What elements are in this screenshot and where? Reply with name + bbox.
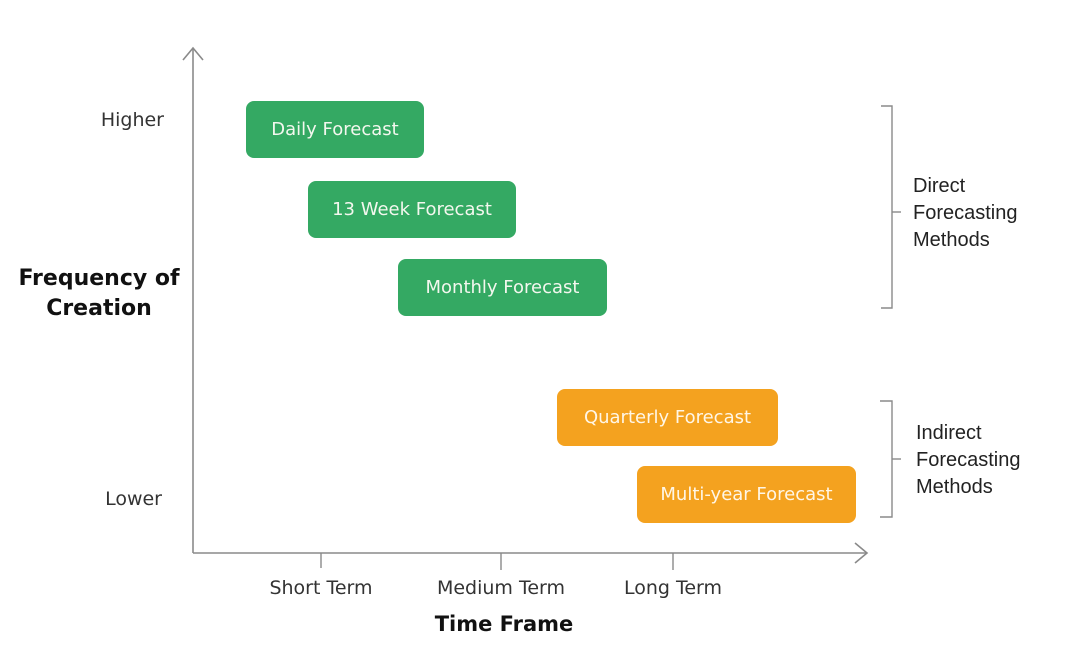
y-axis-title-line1: Frequency of — [18, 266, 180, 291]
direct-bracket — [881, 105, 893, 309]
axes-layer — [182, 46, 901, 570]
group-label-direct: Direct Forecasting Methods — [913, 173, 1018, 254]
forecast-box-quarterly: Quarterly Forecast — [557, 389, 778, 446]
y-axis-title-line2: Creation — [46, 296, 152, 321]
group-label-indirect-line1: Indirect — [916, 422, 982, 444]
group-label-indirect-line2: Forecasting — [916, 449, 1021, 471]
forecast-box-monthly: Monthly Forecast — [398, 259, 607, 316]
indirect-bracket — [880, 400, 893, 518]
group-label-direct-line3: Methods — [913, 229, 990, 251]
x-axis-title: Time Frame — [434, 612, 574, 636]
y-level-lower: Lower — [105, 488, 162, 510]
forecast-box-multi-year: Multi-year Forecast — [637, 466, 856, 523]
x-tick-label-medium-term: Medium Term — [436, 577, 566, 599]
y-axis-title: Frequency of Creation — [10, 264, 188, 324]
x-tick-label-short-term: Short Term — [269, 577, 373, 599]
group-label-direct-line2: Forecasting — [913, 202, 1018, 224]
forecast-box-13-week: 13 Week Forecast — [308, 181, 516, 238]
group-label-indirect-line3: Methods — [916, 476, 993, 498]
forecast-box-daily: Daily Forecast — [246, 101, 424, 158]
group-label-direct-line1: Direct — [913, 175, 966, 197]
y-level-higher: Higher — [100, 109, 164, 131]
x-tick-label-long-term: Long Term — [623, 577, 723, 599]
group-label-indirect: Indirect Forecasting Methods — [916, 420, 1021, 501]
